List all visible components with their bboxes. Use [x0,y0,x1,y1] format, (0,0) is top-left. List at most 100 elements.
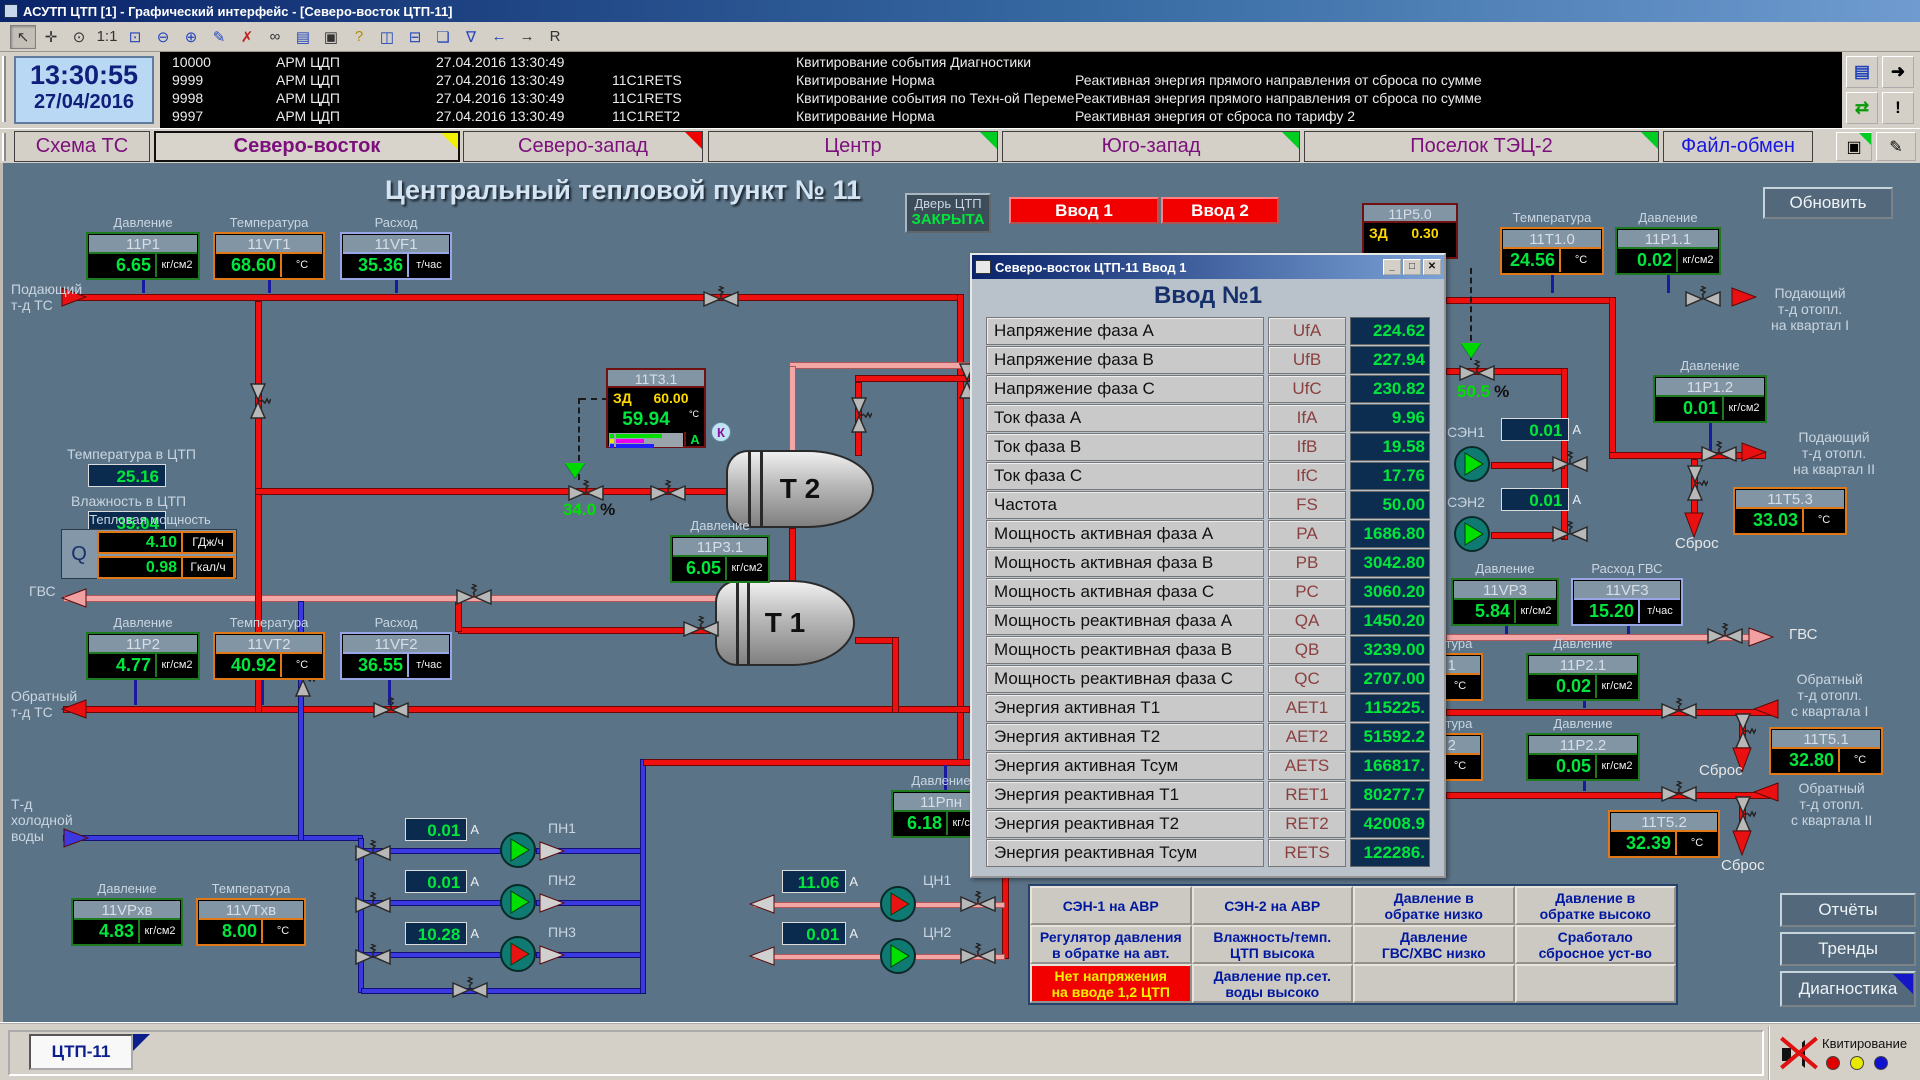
filter[interactable]: ∇ [458,25,484,49]
ack-dot-blue[interactable] [1874,1056,1888,1070]
alarm-cell[interactable]: Влажность/темп. ЦТП высока [1192,925,1354,964]
refresh[interactable]: R [542,25,568,49]
sensor-box[interactable]: Расход 11VF1 35.36 т/час [340,232,452,280]
sensor-box[interactable]: Давление 11P2.2 0.05 кг/см2 [1526,733,1640,781]
valve-icon[interactable] [683,616,719,642]
valve-icon[interactable] [1685,286,1721,312]
pump-cn1[interactable] [878,884,918,924]
heat-power-block[interactable]: Q 4.10ГДж/ч 0.98Гкал/ч [61,529,237,579]
sensor-box[interactable]: Давление 11VP3 5.84 кг/см2 [1451,578,1559,626]
pump-pn3[interactable] [498,934,538,974]
sensor-box[interactable]: Давление 11P1.2 0.01 кг/см2 [1653,375,1767,423]
dialog-minimize-button[interactable]: _ [1383,259,1401,275]
sensor-box[interactable]: Температура 11VT2 40.92 °C [213,632,325,680]
refresh-button[interactable]: Обновить [1763,187,1893,219]
valve-icon[interactable] [456,584,492,610]
zoom-out[interactable]: ⊖ [150,25,176,49]
valve-icon[interactable] [452,977,488,1003]
valve-icon[interactable] [650,480,686,506]
tile-vertical[interactable]: ◫ [374,25,400,49]
zoom[interactable]: ⊙ [66,25,92,49]
alarm-cell[interactable]: СЭН-1 на АВР [1030,886,1192,925]
alarm-cell[interactable] [1353,964,1515,1003]
journal[interactable]: ▤ [290,25,316,49]
event-log-row[interactable]: 10000АРМ ЦДП27.04.2016 13:30:49Квитирова… [172,54,1842,72]
pump-pn1[interactable] [498,830,538,870]
regulator-11t3-1[interactable]: 11Т3.1 ЗД60.00 59.94°C А [606,368,706,448]
alarm-list[interactable]: ! [1882,92,1914,124]
screens[interactable]: ▣ [1836,132,1872,161]
heat-exchanger-tank[interactable]: Т 2 [726,450,874,528]
pump-sen2[interactable] [1452,514,1492,554]
valve-icon[interactable] [355,892,391,918]
grip-handle[interactable] [2,56,6,122]
exit[interactable]: ➜ [1882,56,1914,88]
valve-icon[interactable] [1701,441,1737,467]
valve-icon[interactable] [1682,465,1708,501]
valve-icon[interactable] [960,943,996,969]
ack-dot-red[interactable] [1826,1056,1840,1070]
sensor-box[interactable]: Давление 11P1 6.65 кг/см2 [86,232,200,280]
valve-icon[interactable] [703,286,739,312]
dialog-close-button[interactable]: ✕ [1423,259,1441,275]
valve-icon[interactable] [355,944,391,970]
alarm-cell[interactable]: СЭН-2 на АВР [1192,886,1354,925]
status-tab-ctp11[interactable]: ЦТП-11 [29,1034,133,1070]
sensor-box[interactable]: 11T5.3 33.03 °C [1733,487,1847,535]
help[interactable]: ? [346,25,372,49]
valve-icon[interactable] [1552,451,1588,477]
valve-icon[interactable] [373,697,409,723]
valve-icon[interactable] [1707,623,1743,649]
select[interactable]: ↖ [10,25,36,49]
trends-button[interactable]: Тренды [1780,932,1916,966]
sensor-box[interactable]: Расход 11VF2 36.55 т/час [340,632,452,680]
ack-dot-yellow[interactable] [1850,1056,1864,1070]
valve-icon[interactable] [1552,521,1588,547]
pump-cn2[interactable] [878,936,918,976]
find[interactable]: ∞ [262,25,288,49]
alarm-cell[interactable]: Нет напряжения на вводе 1,2 ЦТП [1030,964,1192,1003]
sensor-box[interactable]: 11T5.1 32.80 °C [1769,727,1883,775]
input-1-button[interactable]: Ввод 1 [1009,197,1159,224]
event-log-row[interactable]: 9998АРМ ЦДП27.04.2016 13:30:4911C1RETSКв… [172,90,1842,108]
sound-muted-icon[interactable] [1778,1034,1818,1074]
valve-icon[interactable] [355,840,391,866]
sensor-box[interactable]: Температура 11VT1 68.60 °C [213,232,325,280]
valve-icon[interactable] [1661,698,1697,724]
dialog-maximize-button[interactable]: □ [1403,259,1421,275]
heat-exchanger-tank[interactable]: Т 1 [715,580,855,666]
valve-icon[interactable] [960,891,996,917]
journal-archive[interactable]: ▤ [1846,56,1878,88]
sensor-box[interactable]: 11T5.2 32.39 °C [1608,810,1720,858]
sensor-box[interactable]: Расход ГВС 11VF3 15.20 т/час [1571,578,1683,626]
alarm-cell[interactable]: Давление в обратке низко [1353,886,1515,925]
notes[interactable]: ✎ [1876,132,1916,161]
zoom-region[interactable]: ⊡ [122,25,148,49]
alarm-cell[interactable]: Сработало сбросное уст-во [1515,925,1677,964]
back[interactable]: ← [486,25,512,49]
sensor-box[interactable]: Температура 11VTхв 8.00 °C [196,898,306,946]
alarm-cell[interactable]: Давление пр.сет. воды высоко [1192,964,1354,1003]
valve-icon[interactable] [245,383,271,419]
alarm-cell[interactable]: Давление в обратке высоко [1515,886,1677,925]
diagnostics-button[interactable]: Диагностика [1780,971,1916,1007]
pump-pn2[interactable] [498,882,538,922]
tile-horizontal[interactable]: ⊟ [402,25,428,49]
dialog-title-bar[interactable]: Северо-восток ЦТП-11 Ввод 1 _ □ ✕ [972,255,1444,279]
alarm-cell[interactable]: Давление ГВС/ХВС низко [1353,925,1515,964]
sensor-box[interactable]: Давление 11P3.1 6.05 кг/см2 [670,535,770,583]
forward[interactable]: → [514,25,540,49]
valve-icon[interactable] [1661,781,1697,807]
sensor-box[interactable]: Давление 11P1.1 0.02 кг/см2 [1615,227,1721,275]
print[interactable]: ▣ [318,25,344,49]
zoom-100[interactable]: 1:1 [94,25,120,49]
input-2-button[interactable]: Ввод 2 [1161,197,1279,224]
sensor-box[interactable]: Давление 11VPхв 4.83 кг/см2 [71,898,183,946]
event-log-row[interactable]: 9997АРМ ЦДП27.04.2016 13:30:4911C1RET2Кв… [172,108,1842,126]
alarm-cell[interactable] [1515,964,1677,1003]
reports-button[interactable]: Отчёты [1780,893,1916,927]
pan[interactable]: ✛ [38,25,64,49]
sensor-box[interactable]: Давление 11P2.1 0.02 кг/см2 [1526,653,1640,701]
user-remove[interactable]: ✗ [234,25,260,49]
valve-icon[interactable] [846,397,872,433]
